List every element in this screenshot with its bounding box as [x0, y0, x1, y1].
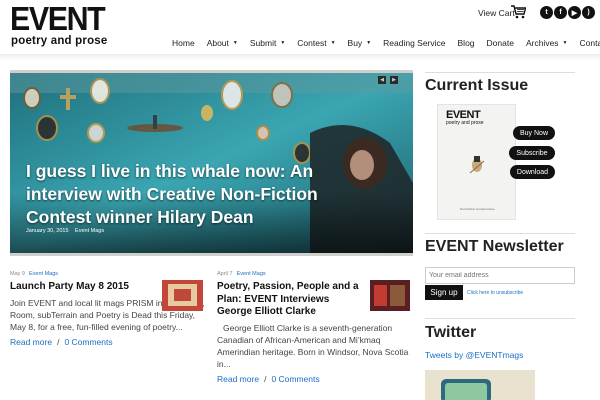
featured-post[interactable]: ◀ ▶ I guess I live in this whale now: An… — [10, 70, 413, 256]
cover-footer: Non-Fiction Contest Issue — [460, 207, 495, 211]
divider — [425, 318, 575, 319]
nav-contest[interactable]: Contest ▼ — [297, 37, 335, 49]
nav-donate[interactable]: Donate — [487, 37, 514, 49]
nav-about[interactable]: About ▼ — [207, 37, 238, 49]
buy-now-button[interactable]: Buy Now — [513, 126, 555, 140]
signup-button[interactable]: Sign up — [425, 285, 463, 300]
post-thumbnail[interactable] — [370, 280, 410, 311]
post-category[interactable]: Event Mags — [29, 271, 58, 277]
tweets-link[interactable]: Tweets by @EVENTmags — [425, 350, 523, 360]
youtube-icon[interactable]: ▶ — [568, 6, 581, 19]
email-field[interactable] — [425, 267, 575, 284]
post-meta: May 9 Event Mags — [10, 271, 205, 277]
chevron-down-icon: ▼ — [562, 40, 568, 46]
post-meta: April 7 Event Mags — [217, 271, 413, 277]
nav-submit[interactable]: Submit ▼ — [250, 37, 285, 49]
current-issue-cover[interactable]: EVENT poetry and prose Non-Fiction Conte… — [437, 104, 516, 220]
nav-buy[interactable]: Buy ▼ — [348, 37, 372, 49]
subscribe-button[interactable]: Subscribe — [509, 146, 555, 160]
read-more-link[interactable]: Read more — [217, 374, 259, 384]
nav-blog[interactable]: Blog — [458, 37, 475, 49]
post-date: May 9 — [10, 271, 25, 277]
chevron-down-icon: ▼ — [232, 40, 238, 46]
shopping-cart-icon[interactable] — [511, 5, 526, 19]
twitter-icon[interactable]: t — [540, 6, 553, 19]
nav-contact[interactable]: Contact▼ — [580, 37, 600, 49]
slider-prev-button[interactable]: ◀ — [378, 76, 386, 84]
site-logo[interactable]: EVENT — [10, 2, 106, 36]
featured-post-title[interactable]: I guess I live in this whale now: An int… — [26, 160, 386, 229]
featured-post-category[interactable]: Event Mags — [75, 228, 104, 234]
featured-post-meta: January 30, 2015 Event Mags — [26, 228, 104, 234]
unsubscribe-link[interactable]: Click here to unsubscribe — [467, 290, 523, 296]
chevron-down-icon: ▼ — [366, 40, 372, 46]
post-title[interactable]: Poetry, Passion, People and a Plan: EVEN… — [217, 281, 362, 319]
download-button[interactable]: Download — [510, 165, 555, 179]
comments-link[interactable]: 0 Comments — [64, 337, 112, 347]
post-date: April 7 — [217, 271, 233, 277]
tweet-image[interactable] — [425, 370, 535, 400]
chevron-down-icon: ▼ — [330, 40, 336, 46]
main-nav: Home About ▼ Submit ▼ Contest ▼ Buy ▼ Readin… — [172, 37, 600, 49]
featured-post-date: January 30, 2015 — [26, 228, 69, 234]
nav-archives[interactable]: Archives ▼ — [526, 37, 568, 49]
post-excerpt: George Elliott Clarke is a seventh-gener… — [217, 322, 409, 369]
chevron-down-icon: ▼ — [280, 40, 286, 46]
read-more-link[interactable]: Read more — [10, 337, 52, 347]
comments-link[interactable]: 0 Comments — [271, 374, 319, 384]
nav-home[interactable]: Home — [172, 37, 195, 49]
newsletter-heading: EVENT Newsletter — [425, 238, 564, 255]
view-cart-link[interactable]: View Cart — [478, 8, 515, 18]
post-title[interactable]: Launch Party May 8 2015 — [10, 281, 150, 294]
divider — [425, 233, 575, 234]
post-thumbnail[interactable] — [162, 280, 203, 311]
post-category[interactable]: Event Mags — [237, 271, 266, 277]
facebook-icon[interactable]: f — [554, 6, 567, 19]
cover-subtitle: poetry and prose — [446, 120, 484, 126]
divider — [425, 72, 575, 73]
cover-illustration — [469, 156, 485, 174]
current-issue-heading: Current Issue — [425, 77, 529, 94]
post-links: Read more/0 Comments — [10, 336, 113, 347]
twitter-heading: Twitter — [425, 324, 477, 341]
nav-reading-service[interactable]: Reading Service — [383, 37, 445, 49]
rss-icon[interactable]: ) — [582, 6, 595, 19]
site-tagline[interactable]: poetry and prose — [11, 35, 108, 47]
header-divider — [0, 54, 600, 60]
slider-next-button[interactable]: ▶ — [390, 76, 398, 84]
site-header: EVENT poetry and prose View Cart t f ▶ )… — [0, 0, 600, 60]
post-links: Read more/0 Comments — [217, 373, 320, 384]
